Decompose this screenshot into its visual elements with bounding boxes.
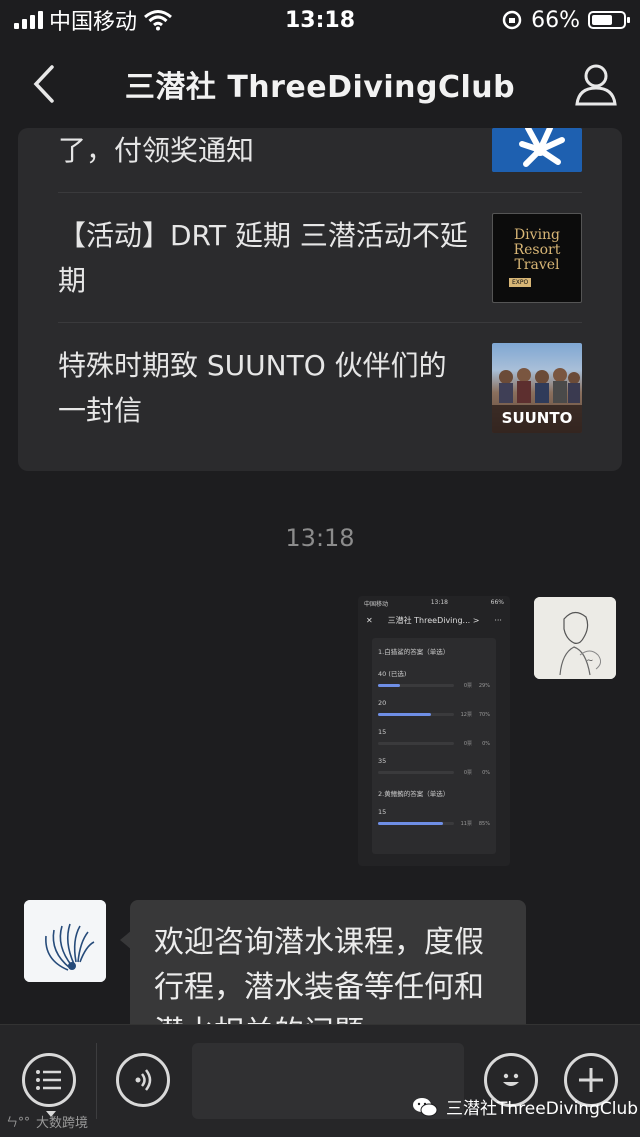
sent-image-message[interactable]: 中国移动 13:18 66% ✕ 三潜社 ThreeDiving... > ··… [358, 596, 510, 866]
mini-status-bar: 中国移动 13:18 66% [358, 596, 510, 611]
mini-close-icon: ✕ [366, 616, 373, 625]
article-title: 【活动】DRT 延期 三潜活动不延期 [58, 219, 468, 297]
poll-progress-track [378, 771, 454, 774]
signal-icon [14, 11, 43, 29]
message-timestamp: 13:18 [285, 524, 355, 552]
poll-option-label: 15 [378, 808, 387, 816]
poll-question: 2.黄鳍鲔的答案（单选） [378, 790, 450, 798]
thumb-text: SUUNTO [501, 409, 573, 427]
poll-votes: 0票 [463, 741, 472, 747]
poll-progress-track [378, 742, 454, 745]
menu-button[interactable] [22, 1053, 76, 1107]
my-avatar[interactable]: ~ [534, 597, 616, 679]
nav-bar: 三潜社 ThreeDivingClub [0, 40, 640, 128]
thumb-badge: EXPO [509, 278, 532, 287]
poll-progress-fill [378, 822, 443, 825]
svg-text:~: ~ [586, 656, 594, 666]
article-item[interactable]: 了，付领奖通知 [58, 128, 582, 192]
status-bar: 中国移动 13:18 66% [0, 0, 640, 40]
mini-carrier: 中国移动 [364, 601, 389, 608]
poll-option-label: 20 [378, 699, 387, 707]
toolbar-divider [96, 1043, 97, 1119]
poll-card: 1.白猎鲨的答案（单选） 40 (已选) 0票 29% 20 12票 70% 15 0票 0% 3… [372, 638, 496, 854]
back-button[interactable] [20, 60, 68, 108]
diving-resort-travel-expo-thumbnail: Diving Resort Travel EXPO [492, 213, 582, 303]
voice-button[interactable] [116, 1053, 170, 1107]
poll-percent: 0% [482, 769, 490, 776]
club-avatar[interactable] [24, 900, 106, 982]
battery-percent: 66% [531, 7, 580, 33]
poll-votes: 0票 [463, 770, 472, 776]
article-item[interactable]: 【活动】DRT 延期 三潜活动不延期 Diving Resort Travel … [58, 192, 582, 323]
watermark-logo-icon: ㄣ°° [6, 1115, 31, 1129]
wechat-icon [413, 1097, 438, 1116]
watermark-right: 三潜社ThreeDivingClub [412, 1094, 638, 1119]
chat-title: 三潜社 ThreeDivingClub [124, 70, 516, 105]
poll-option-label: 15 [378, 728, 387, 736]
poll-option: 15 0票 0% [378, 728, 490, 747]
article-item[interactable]: 特殊时期致 SUUNTO 伙伴们的一封信 SUUNTO [58, 322, 582, 453]
poll-progress-fill [378, 713, 432, 716]
article-title: 了，付领奖通知 [58, 134, 255, 167]
poll-votes: 12票 [460, 712, 472, 718]
carrier-label: 中国移动 [49, 10, 138, 35]
thumb-text: Diving [513, 227, 561, 243]
article-card[interactable]: 了，付领奖通知 【活动】DRT 延期 三潜活动不延期 Diving Resort… [18, 128, 622, 471]
suunto-group-photo-thumbnail: SUUNTO [492, 343, 582, 433]
poll-progress-track [378, 713, 454, 716]
profile-button[interactable] [572, 60, 620, 108]
rotation-lock-icon [502, 10, 522, 30]
poll-progress-fill [378, 684, 401, 687]
mini-more-icon: ··· [494, 616, 502, 625]
battery-icon [588, 11, 630, 29]
mini-title: 三潜社 ThreeDiving... > [387, 616, 480, 625]
poll-percent: 29% [478, 682, 490, 689]
poll-progress-track [378, 684, 454, 687]
poll-option: 15 11票 85% [378, 808, 490, 827]
status-right: 66% [501, 8, 640, 33]
blue-logo-thumbnail [492, 128, 582, 172]
voice-icon [135, 1069, 152, 1091]
plus-icon [579, 1068, 603, 1092]
status-left: 中国移动 [0, 4, 173, 36]
menu-list-icon [36, 1070, 61, 1090]
poll-percent: 85% [478, 820, 490, 827]
poll-progress-track [378, 822, 454, 825]
poll-option: 35 0票 0% [378, 757, 490, 776]
poll-question: 1.白猎鲨的答案（单选） [378, 648, 450, 656]
watermark-left: ㄣ°° 大数跨境 [6, 1112, 88, 1131]
article-title: 特殊时期致 SUUNTO 伙伴们的一封信 [58, 349, 447, 427]
user-icon [575, 64, 617, 106]
mini-battery: 66% [490, 599, 504, 606]
poll-option: 40 (已选) 0票 29% [378, 668, 490, 689]
thumb-text: Resort [513, 242, 561, 258]
chat-toolbar [0, 1024, 640, 1137]
mini-time: 13:18 [430, 599, 448, 606]
poll-percent: 0% [482, 740, 490, 747]
mini-nav: ✕ 三潜社 ThreeDiving... > ··· [358, 611, 510, 630]
poll-percent: 70% [478, 711, 490, 718]
watermark-right-text: 三潜社ThreeDivingClub [446, 1099, 639, 1119]
chevron-left-icon [33, 65, 54, 103]
poll-option: 20 12票 70% [378, 699, 490, 718]
poll-option-label: 35 [378, 757, 387, 765]
thumb-text: Travel [514, 257, 560, 273]
watermark-left-text: 大数跨境 [36, 1116, 89, 1131]
poll-votes: 11票 [460, 821, 472, 827]
wifi-icon [144, 10, 172, 31]
poll-votes: 0票 [463, 683, 472, 689]
emoji-icon [503, 1073, 519, 1086]
poll-option-label: 40 (已选) [378, 670, 407, 678]
